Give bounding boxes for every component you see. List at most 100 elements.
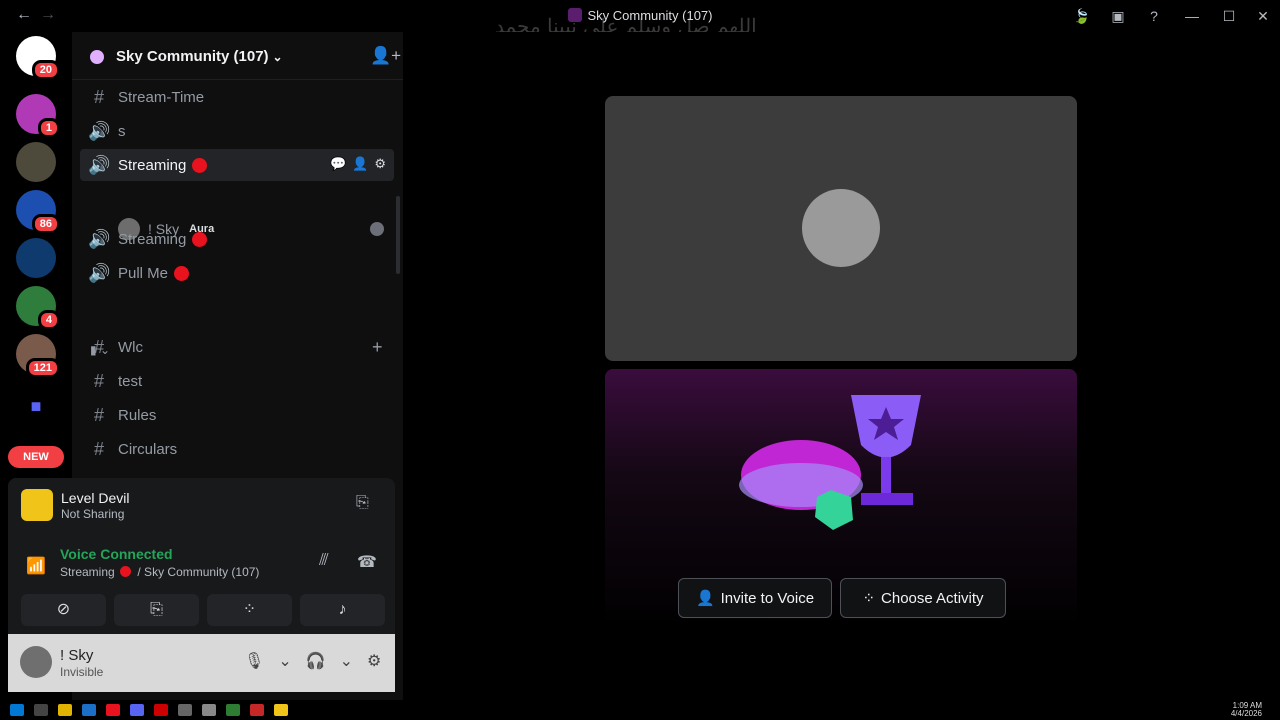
speaker-icon: 🔊 bbox=[88, 262, 111, 283]
voice-buttons: ⊘ ⎘ ⁘ ♪ bbox=[21, 594, 385, 626]
server-icon-6[interactable]: 121 bbox=[16, 334, 60, 378]
guild-name: Sky Community (107) ⌄ bbox=[116, 48, 283, 65]
game-icon bbox=[21, 489, 53, 521]
activity-subtitle: Not Sharing bbox=[61, 507, 125, 521]
start-icon[interactable] bbox=[10, 704, 24, 716]
channel-stream-time[interactable]: # Stream-Time bbox=[80, 81, 394, 113]
chevron-down-icon: ⌄ bbox=[272, 50, 283, 64]
trophy-stem bbox=[881, 457, 891, 497]
clock[interactable]: 1:09 AM 4/4/2026 bbox=[1231, 702, 1262, 718]
trophy-illustration bbox=[739, 395, 921, 530]
app-icon[interactable] bbox=[106, 704, 120, 716]
channel-wlc[interactable]: # Wlc bbox=[80, 331, 394, 363]
channel-circulars[interactable]: # Circulars bbox=[80, 433, 394, 465]
voice-location[interactable]: Streaming / Sky Community (107) bbox=[60, 565, 259, 579]
guild-header[interactable]: Sky Community (107) ⌄ 👤+ bbox=[72, 32, 403, 80]
gem-shape bbox=[815, 490, 853, 530]
voice-panel: 📶 Voice Connected Streaming / Sky Commun… bbox=[8, 536, 395, 634]
direct-messages-icon[interactable]: 20 bbox=[16, 36, 60, 80]
chevron-down-icon[interactable]: ⌄ bbox=[278, 651, 291, 671]
hash-icon: # bbox=[93, 336, 104, 357]
chat-icon[interactable]: 💬 bbox=[330, 156, 346, 171]
settings-icon[interactable]: ⚙ bbox=[374, 156, 386, 171]
channel-rules[interactable]: # Rules bbox=[80, 399, 394, 431]
channel-s[interactable]: 🔊 s bbox=[80, 115, 394, 147]
discord-icon[interactable] bbox=[130, 704, 144, 716]
channel-pull-me[interactable]: 🔊 Pull Me bbox=[80, 257, 394, 289]
chevron-down-icon[interactable]: ⌄ bbox=[340, 651, 353, 671]
clock-date: 4/4/2026 bbox=[1230, 709, 1262, 718]
server-icon bbox=[567, 8, 582, 22]
avatar bbox=[802, 189, 880, 267]
channel-test[interactable]: # test bbox=[80, 365, 394, 397]
speaker-icon: 🔊 bbox=[88, 120, 111, 141]
help-icon[interactable]: ? bbox=[1136, 8, 1172, 24]
steam-icon[interactable] bbox=[82, 704, 96, 716]
channel-label: s bbox=[118, 122, 126, 140]
channel-streaming-active[interactable]: 🔊 Streaming 💬 👤 ⚙ bbox=[80, 149, 394, 181]
server-icon-1[interactable]: 1 bbox=[16, 94, 60, 138]
app-icon[interactable] bbox=[154, 704, 168, 716]
live-dot bbox=[120, 566, 132, 577]
live-dot bbox=[192, 231, 208, 247]
choose-activity-button[interactable]: ⁘ Choose Activity bbox=[840, 578, 1006, 618]
server-icon-2[interactable] bbox=[16, 142, 56, 182]
window-title: Sky Community (107) bbox=[587, 8, 713, 23]
settings-icon[interactable]: ⚙ bbox=[367, 651, 381, 671]
headphones-icon[interactable]: 🎧 bbox=[306, 651, 326, 671]
app-icon[interactable] bbox=[178, 704, 192, 716]
scrollbar[interactable] bbox=[396, 196, 400, 274]
voice-server: / Sky Community (107) bbox=[137, 565, 260, 579]
app-icon[interactable] bbox=[226, 704, 240, 716]
channel-label: Pull Me bbox=[118, 264, 169, 282]
leaf-icon[interactable]: 🍃 bbox=[1064, 8, 1100, 25]
soundboard-button[interactable]: ♪ bbox=[300, 594, 385, 626]
hash-icon: # bbox=[93, 370, 104, 391]
minimize-icon[interactable]: — bbox=[1172, 8, 1212, 24]
invite-to-voice-button[interactable]: 👤 Invite to Voice bbox=[678, 578, 832, 618]
user-controls: 🎙 ⌄ 🎧 ⌄ ⚙ bbox=[244, 651, 381, 671]
app-icon[interactable] bbox=[250, 704, 264, 716]
new-badge[interactable]: NEW bbox=[8, 446, 64, 468]
activity-tile: 👤 Invite to Voice ⁘ Choose Activity bbox=[605, 369, 1077, 632]
server-badge: 121 bbox=[25, 358, 60, 378]
titlebar-controls: 🍃 ▣ ? — ☐ ✕ bbox=[1064, 0, 1280, 32]
explorer-icon[interactable] bbox=[58, 704, 72, 716]
invite-icon[interactable]: 👤 bbox=[352, 156, 368, 171]
activity-icon: ⁘ bbox=[862, 590, 876, 607]
activities-button[interactable]: ⁘ bbox=[207, 594, 292, 626]
search-icon[interactable] bbox=[34, 704, 48, 716]
screen-share-button[interactable]: ⎘ bbox=[114, 594, 199, 626]
folder-icon[interactable]: ■ bbox=[16, 386, 56, 426]
add-member-icon[interactable]: 👤+ bbox=[370, 46, 401, 66]
channel-streaming[interactable]: 🔊 Streaming bbox=[80, 223, 394, 255]
voice-channel: Streaming bbox=[60, 565, 115, 579]
noise-suppression-icon[interactable]: ⫻ bbox=[319, 552, 329, 570]
maximize-icon[interactable]: ☐ bbox=[1212, 8, 1246, 25]
app-icon[interactable] bbox=[202, 704, 216, 716]
hash-icon: # bbox=[93, 438, 104, 459]
live-dot bbox=[192, 157, 208, 173]
microphone-icon[interactable]: 🎙 bbox=[244, 651, 264, 671]
server-icon-3[interactable]: 86 bbox=[16, 190, 60, 234]
signal-icon: 📶 bbox=[26, 558, 46, 575]
inbox-icon[interactable]: ▣ bbox=[1100, 8, 1136, 25]
speaker-icon: 🔊 bbox=[88, 228, 111, 249]
channel-label: Stream-Time bbox=[118, 88, 205, 106]
close-icon[interactable]: ✕ bbox=[1246, 8, 1280, 25]
user-tile[interactable] bbox=[605, 96, 1077, 361]
channel-label: test bbox=[118, 372, 143, 390]
disconnect-icon[interactable]: ☎ bbox=[357, 552, 377, 572]
guild-icon bbox=[90, 50, 104, 64]
share-screen-icon[interactable]: ⎘ bbox=[356, 494, 369, 512]
user-name: ! Sky bbox=[60, 647, 94, 664]
server-badge: 86 bbox=[31, 214, 60, 234]
server-icon-5[interactable]: 4 bbox=[16, 286, 60, 330]
user-panel: ! Sky Invisible 🎙 ⌄ 🎧 ⌄ ⚙ bbox=[8, 634, 395, 692]
channel-label: Streaming bbox=[118, 230, 187, 248]
voice-status[interactable]: Voice Connected bbox=[60, 546, 173, 562]
server-icon-4[interactable] bbox=[16, 238, 56, 278]
camera-off-button[interactable]: ⊘ bbox=[21, 594, 106, 626]
avatar[interactable] bbox=[20, 646, 52, 678]
app-icon[interactable] bbox=[274, 704, 288, 716]
